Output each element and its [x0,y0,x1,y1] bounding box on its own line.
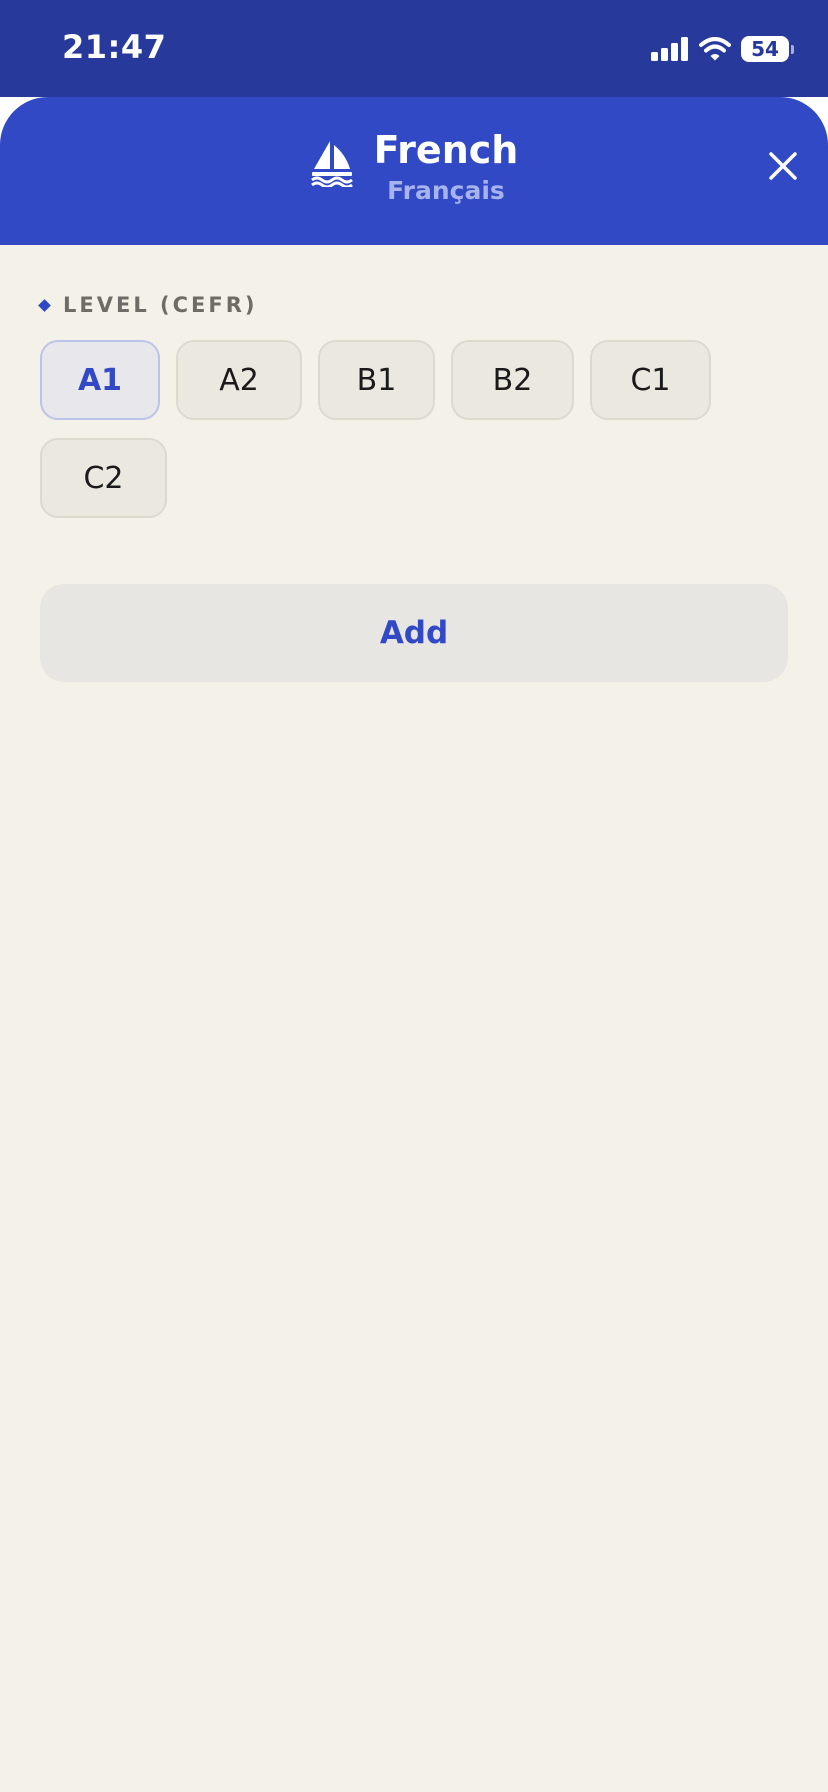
battery-tip [791,44,794,54]
close-icon[interactable] [766,149,800,183]
level-option-b1[interactable]: B1 [318,340,435,420]
level-option-c1[interactable]: C1 [590,340,711,420]
diamond-icon [38,298,51,312]
level-option-a1[interactable]: A1 [40,340,160,420]
level-label-text: LEVEL (CEFR) [63,293,258,317]
header-center: French Français [0,127,828,207]
language-native-name: Français [387,176,505,205]
battery-icon: 54 [741,36,789,62]
battery-percent: 54 [751,37,779,61]
language-title: French [373,128,519,172]
status-time: 21:47 [62,28,167,66]
level-section-label: LEVEL (CEFR) [38,293,258,317]
wifi-icon [699,37,731,61]
sailboat-icon [310,141,353,187]
add-button[interactable]: Add [40,584,788,682]
status-bar: 21:47 54 [0,0,828,97]
sheet-content: LEVEL (CEFR) A1 A2 B1 B2 C1 C2 Add [0,245,828,1792]
level-option-b2[interactable]: B2 [451,340,574,420]
header-titles: French Français [374,127,519,207]
sheet-header: French Français [0,97,828,245]
level-option-a2[interactable]: A2 [176,340,302,420]
signal-icon [651,37,688,61]
level-option-c2[interactable]: C2 [40,438,167,518]
status-icons: 54 [651,36,794,62]
